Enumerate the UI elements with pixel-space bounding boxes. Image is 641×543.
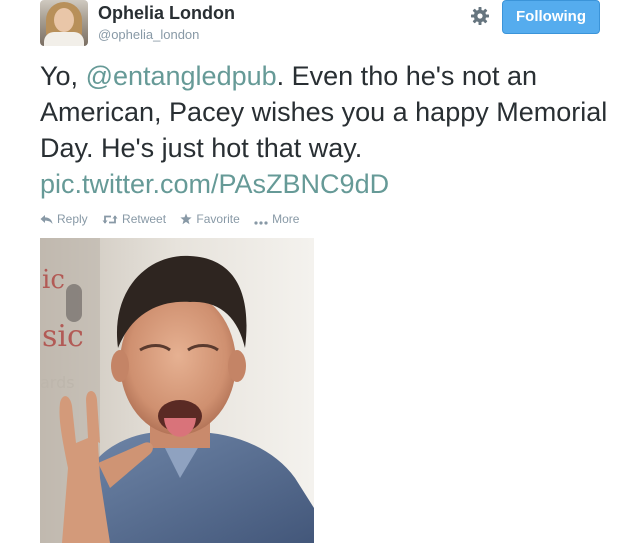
retweet-label: Retweet (122, 212, 167, 226)
tweet-photo[interactable]: ic sic ards (40, 238, 314, 543)
more-label: More (272, 212, 300, 226)
backdrop-lettering-2: sic (42, 319, 84, 354)
reply-label: Reply (57, 212, 88, 226)
retweet-icon (102, 215, 118, 224)
tweet-card: Ophelia London @ophelia_london Following… (0, 0, 641, 543)
favorite-label: Favorite (196, 212, 240, 226)
reply-icon (40, 215, 53, 224)
gear-icon[interactable] (470, 6, 490, 26)
author-name[interactable]: Ophelia London (98, 3, 235, 24)
backdrop-lettering-3: ards (40, 373, 75, 392)
tweet-text-prefix: Yo, (40, 61, 86, 91)
author-avatar[interactable] (40, 0, 88, 46)
avatar-shirt (44, 32, 84, 46)
mention-link[interactable]: @entangledpub (86, 61, 277, 91)
tweet-text: Yo, @entangledpub. Even tho he's not an … (40, 58, 620, 202)
reply-action[interactable]: Reply (40, 212, 88, 226)
backdrop-lettering-1: ic (42, 265, 65, 295)
favorite-icon (180, 213, 193, 225)
photo-illustration: ic sic ards (40, 238, 314, 543)
avatar-face (54, 8, 74, 32)
author-handle[interactable]: @ophelia_london (98, 27, 199, 42)
favorite-action[interactable]: Favorite (180, 212, 240, 226)
tweet-actions: Reply Retweet Favorite More (40, 212, 310, 228)
media-link[interactable]: pic.twitter.com/PAsZBNC9dD (40, 169, 389, 199)
backdrop-microphone (66, 284, 82, 322)
more-icon (254, 221, 268, 225)
more-action[interactable]: More (254, 212, 299, 226)
retweet-action[interactable]: Retweet (102, 212, 166, 226)
following-button[interactable]: Following (502, 0, 600, 34)
